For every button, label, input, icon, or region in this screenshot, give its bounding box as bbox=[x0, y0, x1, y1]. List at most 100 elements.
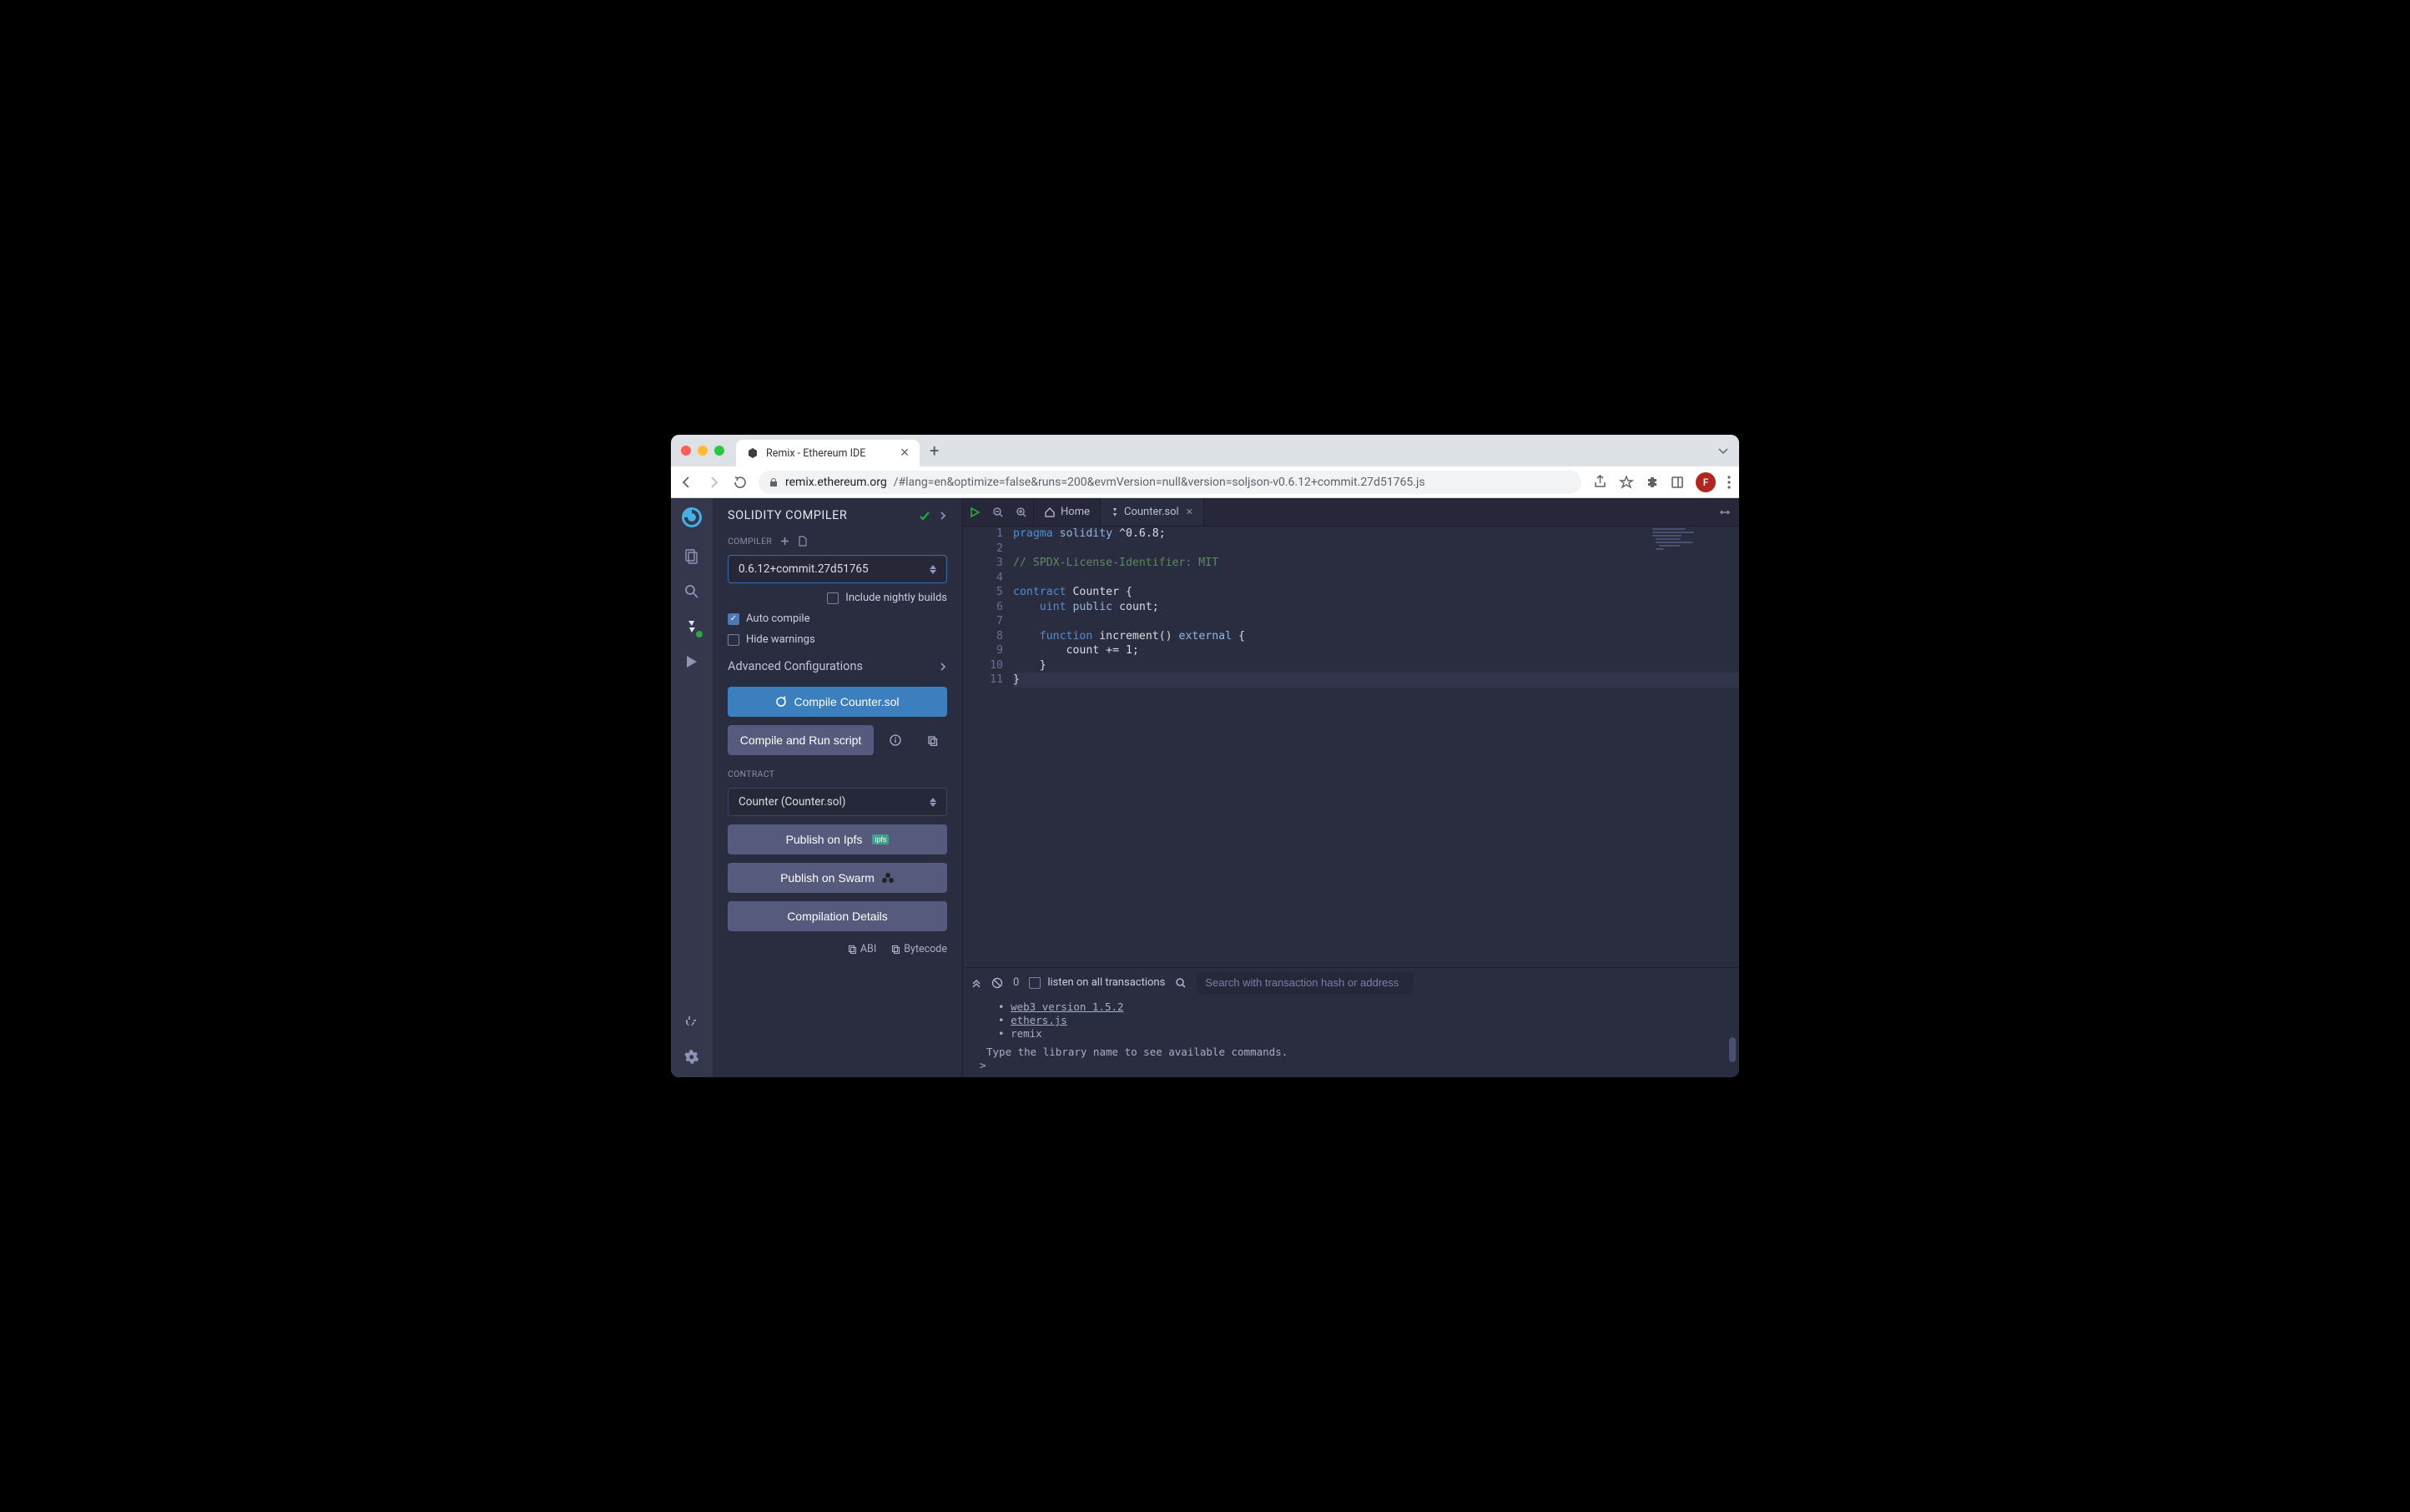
deploy-run-icon[interactable] bbox=[683, 653, 700, 670]
compile-button[interactable]: Compile Counter.sol bbox=[728, 687, 947, 717]
contract-label: CONTRACT bbox=[728, 769, 774, 779]
select-arrows-icon bbox=[930, 565, 936, 574]
search-panel-icon[interactable] bbox=[683, 583, 700, 600]
back-button[interactable] bbox=[679, 475, 694, 490]
remix-logo-icon[interactable] bbox=[679, 505, 704, 530]
hidewarnings-label: Hide warnings bbox=[746, 633, 815, 646]
solidity-compiler-icon[interactable] bbox=[683, 618, 700, 635]
url-bar[interactable]: remix.ethereum.org /#lang=en&optimize=fal… bbox=[759, 471, 1581, 494]
copy-script-icon[interactable] bbox=[917, 725, 947, 755]
plugin-manager-icon[interactable] bbox=[683, 1014, 700, 1031]
expand-editor-icon[interactable] bbox=[1719, 498, 1739, 526]
run-icon[interactable] bbox=[963, 498, 986, 526]
contract-value: Counter (Counter.sol) bbox=[739, 795, 845, 809]
main-area: Home Counter.sol ✕ 1234567891011 pragma … bbox=[963, 498, 1739, 1077]
file-explorer-icon[interactable] bbox=[683, 548, 700, 565]
profile-avatar[interactable]: F bbox=[1696, 472, 1716, 492]
terminal-output[interactable]: web3 version 1.5.2ethers.jsremix Type th… bbox=[963, 997, 1739, 1077]
compile-run-label: Compile and Run script bbox=[740, 733, 862, 747]
close-window-icon[interactable] bbox=[681, 446, 691, 456]
tab-menu-icon[interactable] bbox=[1717, 445, 1729, 456]
checkbox-unchecked-icon bbox=[827, 592, 839, 604]
publish-ipfs-button[interactable]: Publish on Ipfs ipfs bbox=[728, 824, 947, 854]
nightly-label: Include nightly builds bbox=[845, 592, 947, 604]
autocompile-label: Auto compile bbox=[746, 612, 809, 625]
listen-checkbox[interactable]: listen on all transactions bbox=[1029, 976, 1165, 989]
zoom-out-icon[interactable] bbox=[986, 498, 1010, 526]
close-tab-icon[interactable]: ✕ bbox=[1186, 507, 1193, 517]
info-icon[interactable] bbox=[880, 725, 910, 755]
terminal-hint: Type the library name to see available c… bbox=[986, 1046, 1716, 1059]
browser-actions: F bbox=[1593, 472, 1731, 492]
browser-window: Remix - Ethereum IDE ✕ + remix.ethereum.… bbox=[671, 435, 1739, 1077]
add-compiler-icon[interactable] bbox=[780, 537, 789, 546]
url-path: /#lang=en&optimize=false&runs=200&evmVer… bbox=[894, 476, 1425, 489]
traffic-lights bbox=[681, 446, 724, 456]
checkbox-checked-icon: ✓ bbox=[728, 613, 739, 625]
reload-button[interactable] bbox=[733, 475, 747, 489]
ipfs-badge: ipfs bbox=[872, 834, 889, 844]
compilation-details-button[interactable]: Compilation Details bbox=[728, 901, 947, 931]
panel-chevron-icon[interactable] bbox=[939, 510, 947, 522]
code-editor[interactable]: 1234567891011 pragma solidity ^0.6.8; //… bbox=[963, 527, 1739, 967]
minimize-window-icon[interactable] bbox=[698, 446, 708, 456]
maximize-window-icon[interactable] bbox=[714, 446, 724, 456]
abi-label: ABI bbox=[860, 943, 876, 955]
tab-counter-sol[interactable]: Counter.sol ✕ bbox=[1101, 498, 1204, 526]
browser-menu-icon[interactable] bbox=[1727, 476, 1731, 489]
home-tab-label: Home bbox=[1061, 506, 1090, 518]
success-badge-icon bbox=[695, 630, 703, 638]
code-content[interactable]: pragma solidity ^0.6.8; // SPDX-License-… bbox=[1013, 527, 1739, 967]
checkbox-unchecked-icon bbox=[728, 634, 739, 646]
editor-tab-bar: Home Counter.sol ✕ bbox=[963, 498, 1739, 527]
close-tab-icon[interactable]: ✕ bbox=[900, 446, 910, 460]
new-tab-button[interactable]: + bbox=[930, 441, 939, 461]
star-icon[interactable] bbox=[1619, 475, 1634, 490]
terminal-search-icon[interactable] bbox=[1175, 977, 1187, 989]
terminal-scrollbar[interactable] bbox=[1729, 1037, 1736, 1062]
bytecode-label: Bytecode bbox=[904, 943, 947, 955]
panel-title: SOLIDITY COMPILER bbox=[728, 508, 847, 522]
select-arrows-icon bbox=[930, 798, 936, 807]
tab-title: Remix - Ethereum IDE bbox=[766, 447, 865, 460]
minimap[interactable] bbox=[1647, 527, 1739, 967]
remix-app: SOLIDITY COMPILER COMPILER bbox=[671, 498, 1739, 1077]
terminal-clear-icon[interactable] bbox=[991, 977, 1003, 989]
file-tab-label: Counter.sol bbox=[1124, 506, 1179, 518]
tab-home[interactable]: Home bbox=[1033, 498, 1101, 526]
contract-select[interactable]: Counter (Counter.sol) bbox=[728, 788, 947, 816]
compiler-label: COMPILER bbox=[728, 536, 772, 547]
settings-icon[interactable] bbox=[683, 1049, 700, 1066]
extensions-icon[interactable] bbox=[1646, 476, 1659, 489]
copy-abi-button[interactable]: ABI bbox=[848, 943, 876, 955]
hidewarnings-checkbox[interactable]: Hide warnings bbox=[728, 633, 947, 646]
nightly-checkbox[interactable]: Include nightly builds bbox=[827, 592, 947, 604]
url-host: remix.ethereum.org bbox=[785, 476, 887, 489]
compiler-select[interactable]: 0.6.12+commit.27d51765 bbox=[728, 555, 947, 583]
listen-label: listen on all transactions bbox=[1047, 976, 1165, 989]
icon-sidebar bbox=[671, 498, 713, 1077]
pending-count: 0 bbox=[1013, 976, 1019, 989]
forward-button[interactable] bbox=[706, 475, 721, 490]
advanced-config-toggle[interactable]: Advanced Configurations bbox=[728, 659, 947, 673]
browser-tab[interactable]: Remix - Ethereum IDE ✕ bbox=[736, 440, 920, 466]
publish-swarm-button[interactable]: Publish on Swarm bbox=[728, 863, 947, 893]
copy-bytecode-button[interactable]: Bytecode bbox=[891, 943, 947, 955]
solidity-file-icon bbox=[1111, 507, 1119, 517]
zoom-in-icon[interactable] bbox=[1010, 498, 1033, 526]
panel-icon[interactable] bbox=[1671, 476, 1684, 489]
autocompile-checkbox[interactable]: ✓ Auto compile bbox=[728, 612, 947, 625]
tab-favicon bbox=[746, 446, 759, 460]
compile-button-label: Compile Counter.sol bbox=[794, 695, 899, 708]
compiler-file-icon[interactable] bbox=[798, 536, 807, 547]
line-gutter: 1234567891011 bbox=[963, 527, 1013, 967]
compile-run-button[interactable]: Compile and Run script bbox=[728, 725, 874, 755]
compilation-details-label: Compilation Details bbox=[787, 910, 888, 923]
share-icon[interactable] bbox=[1593, 475, 1607, 489]
swarm-icon bbox=[881, 872, 895, 884]
transaction-search-input[interactable] bbox=[1197, 972, 1414, 994]
terminal-expand-icon[interactable] bbox=[971, 978, 981, 988]
terminal-toolbar: 0 listen on all transactions bbox=[963, 967, 1739, 997]
chrome-tab-bar: Remix - Ethereum IDE ✕ + bbox=[671, 435, 1739, 466]
ipfs-label: Publish on Ipfs bbox=[786, 833, 863, 846]
